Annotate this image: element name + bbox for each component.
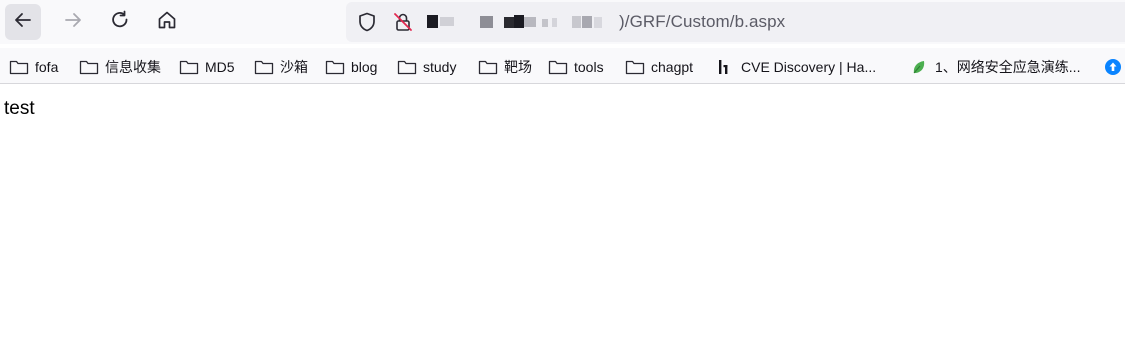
insecure-lock-icon[interactable] xyxy=(392,11,414,33)
folder-icon xyxy=(478,60,498,75)
folder-icon xyxy=(325,60,345,75)
bookmark-label: fofa xyxy=(35,59,59,75)
blue-circle-favicon-icon xyxy=(1104,58,1122,76)
bookmark-folder-sandbox[interactable]: 沙箱 xyxy=(254,56,308,78)
bookmark-folder-range[interactable]: 靶场 xyxy=(478,56,532,78)
h1-favicon-icon xyxy=(716,58,734,76)
home-icon xyxy=(156,9,178,36)
bookmark-security-drill[interactable]: 1、网络安全应急演练... xyxy=(910,56,1080,78)
bookmark-label: 靶场 xyxy=(504,59,532,75)
leaf-favicon-icon xyxy=(910,58,928,76)
reload-icon xyxy=(109,9,131,36)
bookmark-label: 1、网络安全应急演练... xyxy=(935,59,1081,75)
folder-icon xyxy=(179,60,199,75)
bookmark-folder-fofa[interactable]: fofa xyxy=(9,56,58,78)
arrow-left-icon xyxy=(12,9,34,36)
redacted-host xyxy=(427,15,602,28)
home-button[interactable] xyxy=(149,4,185,40)
bookmark-folder-info-gathering[interactable]: 信息收集 xyxy=(79,56,161,78)
bookmark-label: tools xyxy=(574,59,604,75)
folder-icon xyxy=(254,60,274,75)
bookmark-folder-study[interactable]: study xyxy=(397,56,456,78)
bookmark-folder-md5[interactable]: MD5 xyxy=(179,56,235,78)
bookmark-cve-discovery[interactable]: CVE Discovery | Ha... xyxy=(716,56,876,78)
folder-icon xyxy=(79,60,99,75)
folder-icon xyxy=(9,60,29,75)
bookmark-folder-tools[interactable]: tools xyxy=(548,56,604,78)
forward-button[interactable] xyxy=(55,4,91,40)
bookmark-overflow-item[interactable] xyxy=(1104,56,1125,78)
back-button[interactable] xyxy=(5,4,41,40)
arrow-right-icon xyxy=(62,9,84,36)
folder-icon xyxy=(625,60,645,75)
bookmark-label: MD5 xyxy=(205,59,235,75)
folder-icon xyxy=(397,60,417,75)
bookmark-label: CVE Discovery | Ha... xyxy=(741,59,877,75)
bookmark-label: study xyxy=(423,59,457,75)
address-bar[interactable]: )/GRF/Custom/b.aspx xyxy=(346,2,1125,42)
page-body-text: test xyxy=(4,98,35,119)
bookmark-folder-blog[interactable]: blog xyxy=(325,56,377,78)
reload-button[interactable] xyxy=(102,4,138,40)
folder-icon xyxy=(548,60,568,75)
navigation-toolbar: )/GRF/Custom/b.aspx xyxy=(0,0,1125,44)
bookmark-label: chagpt xyxy=(651,59,694,75)
tracking-shield-icon[interactable] xyxy=(356,11,378,33)
bookmark-label: 沙箱 xyxy=(280,59,308,75)
bookmark-label: blog xyxy=(351,59,378,75)
bookmark-folder-chagpt[interactable]: chagpt xyxy=(625,56,693,78)
url-text[interactable]: )/GRF/Custom/b.aspx xyxy=(619,12,785,32)
bookmarks-toolbar: fofa 信息收集 MD5 沙箱 blog study 靶场 tools cha… xyxy=(0,48,1125,84)
bookmark-label: 信息收集 xyxy=(105,59,161,75)
